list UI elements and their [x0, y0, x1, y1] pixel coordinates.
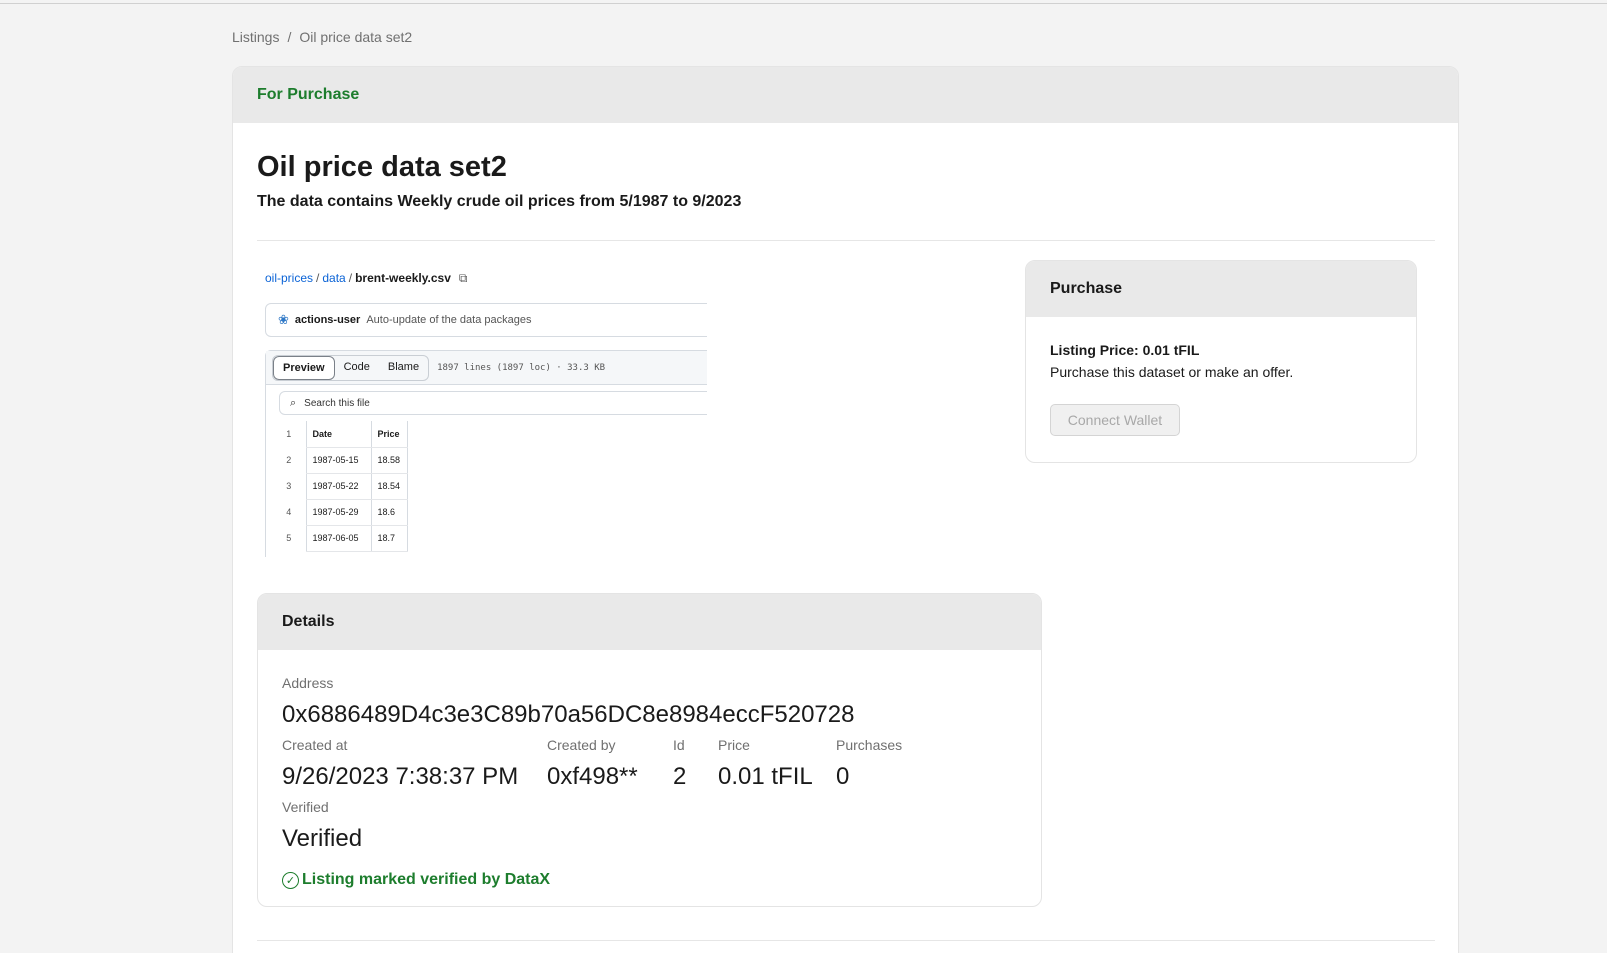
search-icon: ⌕ [290, 396, 297, 409]
commit-user: actions-user [294, 314, 361, 326]
price-cell: 18.6 [370, 499, 408, 526]
dataset-preview-image: oil-prices / data / brent-weekly.csv ⧉ ❀… [265, 267, 707, 557]
price-label: Price [718, 737, 750, 753]
line-number: 2 [286, 455, 292, 465]
page-title: Oil price data set2 [257, 151, 507, 183]
commit-bar: ❀ actions-user Auto-update of the data p… [265, 303, 707, 337]
purchases-label: Purchases [836, 737, 903, 753]
listing-price: Listing Price: 0.01 tFIL [1050, 342, 1200, 358]
check-circle-icon: ✓ [282, 871, 299, 889]
line-number: 4 [286, 507, 292, 517]
tab-preview: Preview [273, 355, 335, 380]
details-panel: Details Address 0x6886489D4c3e3C89b70a56… [257, 593, 1042, 907]
address-value: 0x6886489D4c3e3C89b70a56DC8e8984eccF5207… [282, 701, 855, 728]
date-cell: 1987-05-22 [305, 473, 371, 500]
price-cell: 18.54 [370, 473, 408, 500]
status-label: For Purchase [257, 86, 360, 103]
purchase-description: Purchase this dataset or make an offer. [1050, 364, 1294, 380]
file-path: oil-prices / data / brent-weekly.csv ⧉ [265, 267, 467, 289]
breadcrumb-separator: / [287, 29, 292, 45]
octocat-icon: ❀ [278, 312, 289, 327]
divider [257, 940, 1435, 941]
purchase-panel: Purchase Listing Price: 0.01 tFIL Purcha… [1025, 260, 1417, 463]
details-header: Details [258, 594, 1041, 650]
date-cell: 1987-06-05 [305, 525, 371, 552]
path-separator: / [348, 271, 353, 285]
id-value: 2 [673, 763, 687, 790]
repo-link: oil-prices [265, 271, 314, 285]
created-by-label: Created by [547, 737, 616, 753]
id-label: Id [673, 737, 685, 753]
search-placeholder: Search this file [304, 397, 370, 409]
breadcrumb-current: Oil price data set2 [299, 29, 413, 45]
file-toolbar: Preview Code Blame 1897 lines (1897 loc)… [266, 351, 707, 385]
line-number: 1 [286, 429, 292, 439]
address-label: Address [282, 675, 334, 691]
listing-description: The data contains Weekly crude oil price… [257, 193, 742, 210]
divider [257, 240, 1435, 241]
view-tabs: Preview Code Blame [272, 354, 430, 381]
folder-link: data [322, 271, 346, 285]
verified-note-text: Listing marked verified by DataX [302, 871, 551, 888]
top-border [0, 3, 1607, 4]
tab-code: Code [343, 360, 370, 373]
tab-blame: Blame [387, 360, 420, 373]
verified-label: Verified [282, 799, 329, 815]
copy-icon: ⧉ [458, 270, 468, 285]
file-meta: 1897 lines (1897 loc) · 33.3 KB [437, 362, 606, 373]
purchases-value: 0 [836, 763, 850, 790]
commit-message: Auto-update of the data packages [366, 314, 532, 326]
created-at-label: Created at [282, 737, 348, 753]
line-number: 3 [286, 481, 292, 491]
table-row: 1 Date Price [272, 421, 408, 448]
table-header-date: Date [305, 421, 371, 448]
connect-wallet-button[interactable]: Connect Wallet [1050, 404, 1180, 436]
table-header-price: Price [370, 421, 408, 448]
csv-table: 1 Date Price 2 1987-05-15 18.58 3 1987-0… [272, 421, 408, 552]
table-row: 2 1987-05-15 18.58 [272, 447, 408, 474]
file-name: brent-weekly.csv [355, 271, 451, 285]
purchase-header: Purchase [1026, 261, 1416, 317]
price-cell: 18.58 [370, 447, 408, 474]
file-viewer: Preview Code Blame 1897 lines (1897 loc)… [265, 350, 707, 557]
created-at-value: 9/26/2023 7:38:37 PM [282, 763, 519, 790]
breadcrumb: Listings / Oil price data set2 [232, 29, 412, 45]
table-row: 3 1987-05-22 18.54 [272, 473, 408, 500]
file-search: ⌕ Search this file [279, 391, 707, 415]
date-cell: 1987-05-15 [305, 447, 371, 474]
verified-note: ✓ Listing marked verified by DataX [282, 871, 550, 889]
price-cell: 18.7 [370, 525, 408, 552]
listing-card-header: For Purchase [233, 67, 1458, 123]
price-value: 0.01 tFIL [718, 763, 813, 790]
verified-value: Verified [282, 825, 363, 852]
date-cell: 1987-05-29 [305, 499, 371, 526]
table-row: 4 1987-05-29 18.6 [272, 499, 408, 526]
line-number: 5 [286, 533, 292, 543]
path-separator: / [316, 271, 320, 285]
table-row: 5 1987-06-05 18.7 [272, 525, 408, 552]
created-by-value: 0xf498** [547, 763, 638, 790]
listing-card: For Purchase Oil price data set2 The dat… [232, 66, 1459, 953]
breadcrumb-listings-link[interactable]: Listings [232, 29, 279, 45]
